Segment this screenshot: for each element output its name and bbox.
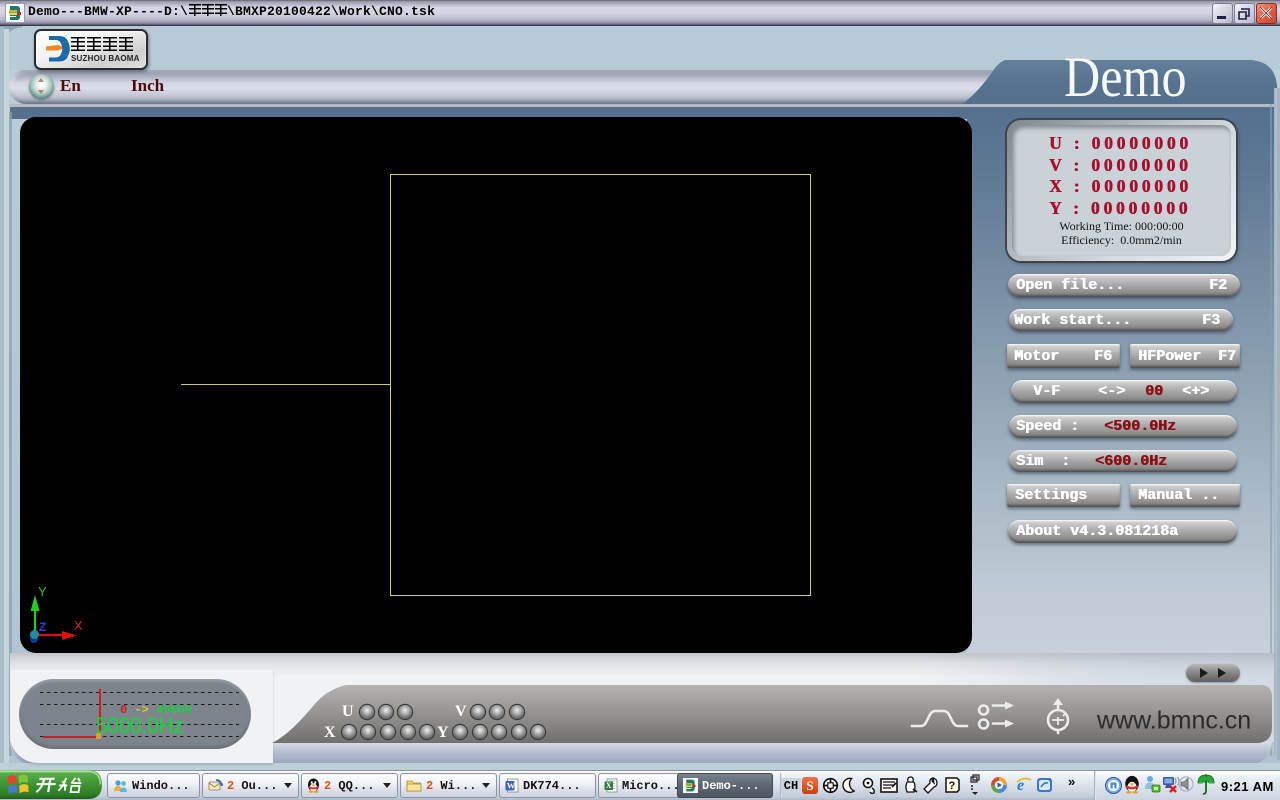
svg-text:X: X bbox=[74, 618, 83, 633]
svg-text:X: X bbox=[606, 781, 612, 790]
svg-text:?: ? bbox=[949, 780, 956, 792]
svg-text:Z: Z bbox=[39, 620, 46, 634]
svg-text:Y: Y bbox=[38, 584, 47, 599]
svg-text:W: W bbox=[507, 781, 516, 791]
svg-text:www.bmnc.cn: www.bmnc.cn bbox=[1096, 707, 1251, 735]
